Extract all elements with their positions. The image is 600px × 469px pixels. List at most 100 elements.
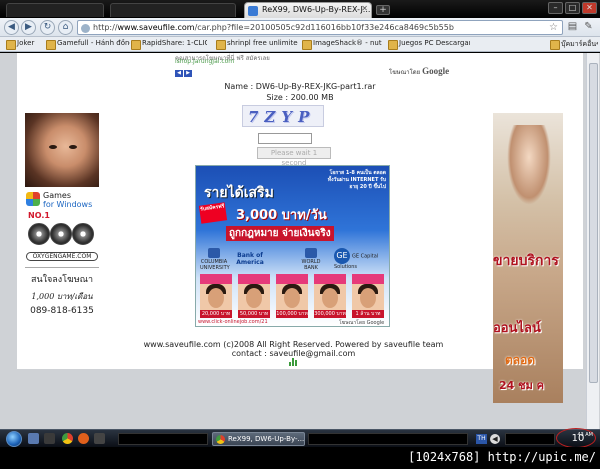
footer-contact[interactable]: contact : saveufile@gmail.com	[17, 349, 570, 358]
tab-favicon-icon	[248, 6, 258, 16]
bookmark-star-icon[interactable]: ☆	[549, 22, 558, 33]
page-icon	[81, 24, 90, 33]
job-ad-banner[interactable]: โอกาส 1-8 คนเป็น ตลอดทั้งวันผ่าน INTERNE…	[195, 165, 390, 327]
chrome-icon[interactable]	[62, 433, 73, 444]
bookmark-item[interactable]: Gamefull - Hánh đồng...	[46, 39, 130, 50]
ad-headline: รายได้เสริม	[204, 185, 274, 201]
ad-person-label: ธุรกิจส่วนตัว	[357, 276, 379, 281]
captcha-text: 7ZYP	[248, 108, 316, 126]
watermark-bar: [1024x768] http://upic.me/	[0, 447, 600, 469]
show-desktop-icon[interactable]	[28, 433, 39, 444]
address-bar[interactable]: http://www.saveufile.com/car.php?file=20…	[77, 20, 563, 35]
clock[interactable]: 10 43 AM	[560, 430, 596, 448]
taskbar-redacted	[308, 433, 468, 445]
ad-credit: โฆษณาโดย Google	[339, 320, 385, 326]
google-ads-label[interactable]: โฆษณาโดย Google	[389, 66, 449, 77]
wait-download-button[interactable]: Please wait 1 second	[257, 147, 331, 167]
right-side-ad[interactable]: ขายบริการ ออนไลน์ ตลอด 24 ชม ค	[493, 113, 563, 403]
page-menu-icon[interactable]: ▤	[566, 21, 579, 34]
other-bookmarks[interactable]: บุ๊คมาร์คอื่นๆ	[550, 39, 598, 50]
new-tab-button[interactable]: +	[376, 5, 390, 15]
firefox-icon[interactable]	[78, 433, 89, 444]
ad-portrait	[507, 125, 551, 205]
bank-of-america-logo: Bank of America	[236, 252, 264, 266]
home-button[interactable]: ⌂	[58, 20, 73, 35]
tab-active[interactable]: ReX99, DW6-Up-By-REX-J... ✕	[244, 2, 372, 18]
captcha-input[interactable]	[258, 133, 312, 144]
shop-link[interactable]: ishop.JarungJai.com	[175, 58, 234, 65]
bookmark-item[interactable]: Juegos PC Descargar ...	[388, 39, 470, 50]
taskbar-redacted	[118, 433, 208, 445]
person-face	[360, 288, 376, 308]
ad-sticker: รับสมัครฟรี	[198, 202, 228, 224]
tab-redacted-2[interactable]	[110, 3, 236, 17]
wrench-icon[interactable]: ✎	[582, 21, 595, 34]
quicklaunch-icon[interactable]	[44, 433, 55, 444]
forward-button[interactable]: ▶	[21, 20, 36, 35]
games-for-windows-ad[interactable]: Games for Windows	[26, 191, 98, 211]
ad-person-label: แม่บ้าน	[323, 276, 337, 281]
columbia-label: COLUMBIA UNIVERSITY	[200, 259, 230, 271]
file-size: Size : 200.00 MB	[266, 93, 334, 102]
scroll-thumb[interactable]	[589, 63, 598, 383]
file-name: Name : DW6-Up-By-REX-JKG-part1.rar	[224, 82, 376, 91]
bookmark-item[interactable]: Joker	[6, 39, 46, 50]
tray-expand-icon[interactable]: ◀	[490, 434, 500, 444]
game-disc-icon	[50, 223, 72, 245]
ge-monogram-icon: GE	[334, 248, 350, 264]
watermark-text: [1024x768] http://upic.me/	[408, 450, 596, 464]
oxygengame-ad[interactable]: NO.1 OXYGENGAME.COM	[26, 211, 98, 263]
tab-title: ReX99, DW6-Up-By-REX-J...	[262, 5, 371, 14]
placement-title: สนใจลงโฆษณา	[30, 275, 94, 285]
columbia-logo: COLUMBIA UNIVERSITY	[200, 248, 230, 271]
captcha-image: 7ZYP	[242, 105, 324, 127]
photo-ad[interactable]	[25, 113, 99, 187]
games-title: Games	[43, 191, 71, 200]
google-logo: Google	[422, 66, 450, 76]
person-face	[208, 288, 224, 308]
taskbar-window-button[interactable]: ReX99, DW6-Up-By-...	[212, 432, 305, 446]
person-face	[246, 288, 262, 308]
prev-ad-icon[interactable]: ◀	[175, 70, 183, 77]
bookmark-item[interactable]: ImageShack® - nutch...	[302, 39, 382, 50]
back-button[interactable]: ◀	[4, 20, 19, 35]
page-body: คุณสามารถโฆษณาที่นี่ ฟรี สมัครเลย ishop.…	[17, 53, 583, 403]
game-disc-icon	[72, 223, 94, 245]
page-viewport: คุณสามารถโฆษณาที่นี่ ฟรี สมัครเลย ishop.…	[0, 53, 600, 429]
ge-capital-logo: GE GE Capital Solutions	[334, 248, 388, 270]
ad-person-amount: 50,000 บาท	[238, 310, 270, 318]
clock-minutes: 43 AM	[577, 432, 593, 438]
ad-person-label: ผู้ทำงานจริง	[205, 276, 227, 281]
ad-person-amount: 1 ล้าน บาท	[352, 310, 384, 318]
tray-redacted	[505, 433, 555, 445]
title-bar: ReX99, DW6-Up-By-REX-J... ✕ + – □ ✕	[0, 0, 600, 18]
reload-button[interactable]: ↻	[40, 20, 55, 35]
language-indicator[interactable]: TH	[476, 434, 487, 444]
world-bank-logo: WORLD BANK	[296, 248, 326, 271]
bookmarks-bar: Joker Gamefull - Hánh đồng... RapidShare…	[0, 37, 600, 52]
game-disc-icon	[28, 223, 50, 245]
minimize-button[interactable]: –	[548, 2, 563, 14]
tab-redacted-1[interactable]	[6, 3, 104, 17]
maximize-button[interactable]: □	[565, 2, 580, 14]
photo-eye	[49, 145, 57, 149]
world-bank-label: WORLD BANK	[301, 259, 321, 271]
bookmark-item[interactable]: shrinpl free unlimited i...	[216, 39, 298, 50]
right-ad-line4: 24 ชม ค	[499, 379, 545, 392]
tab-close-icon[interactable]: ✕	[361, 4, 368, 13]
quicklaunch-icon[interactable]	[94, 433, 105, 444]
world-bank-globe-icon	[305, 248, 317, 258]
next-ad-icon[interactable]: ▶	[184, 70, 192, 77]
ad-person: นักศึกษา 50,000 บาท	[238, 274, 270, 318]
url-path: /car.php?file=20100505c92d116016bb10f33e…	[194, 23, 454, 32]
ad-url[interactable]: www.click-onlinejob.com/21	[198, 319, 268, 325]
bookmark-item[interactable]: RapidShare: 1-CLICK ...	[131, 39, 207, 50]
start-button[interactable]	[6, 431, 22, 447]
vertical-scrollbar[interactable]	[586, 53, 599, 429]
stats-counter-icon[interactable]	[289, 358, 299, 366]
google-ads-prefix: โฆษณาโดย	[389, 69, 421, 76]
close-window-button[interactable]: ✕	[582, 2, 597, 14]
ad-placement-offer[interactable]: สนใจลงโฆษณา 1,000 บาท/เดือน 089-818-6135	[25, 267, 99, 327]
person-face	[322, 288, 338, 308]
ad-tagline: ถูกกฎหมาย จ่ายเงินจริง	[226, 226, 334, 241]
